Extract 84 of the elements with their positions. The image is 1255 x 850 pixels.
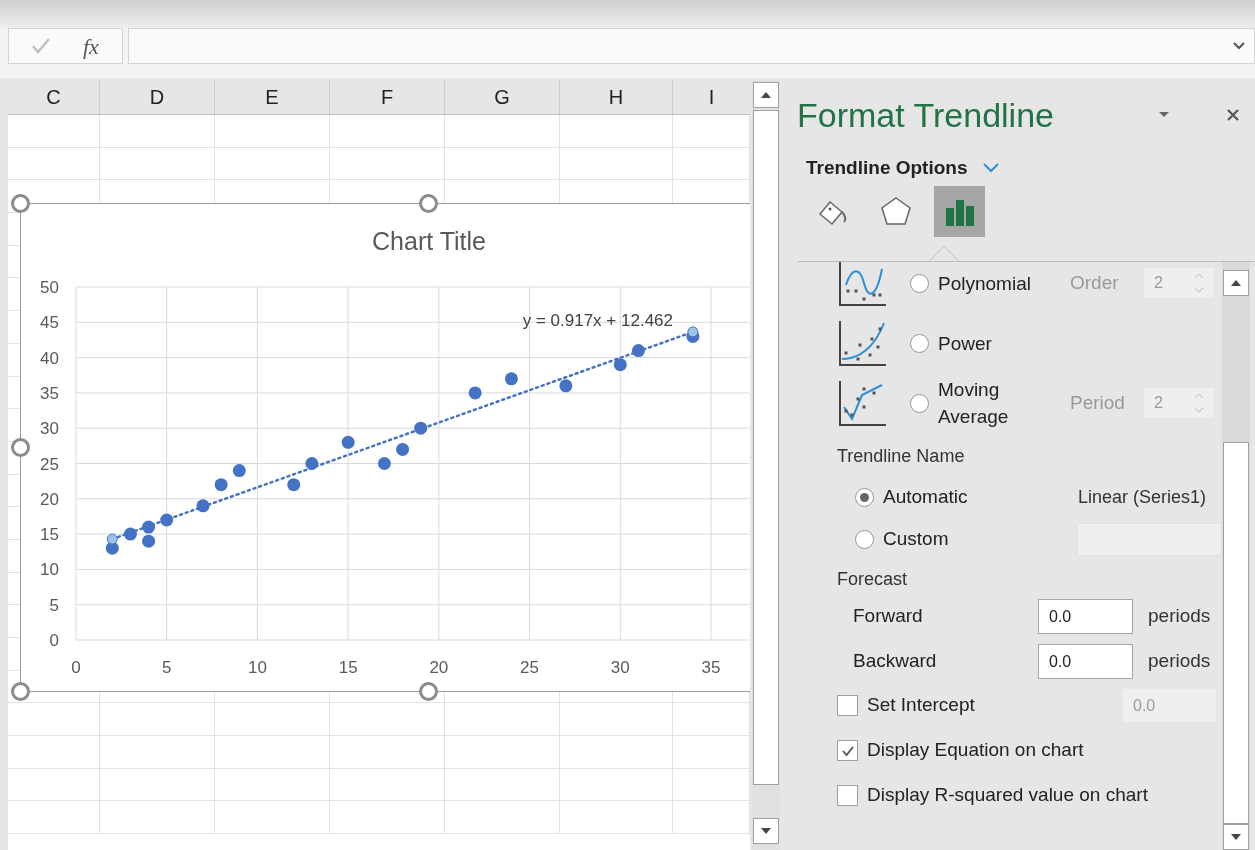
resize-handle[interactable] xyxy=(11,682,30,701)
section-label: Trendline Name xyxy=(836,445,966,468)
checkbox[interactable] xyxy=(837,785,858,806)
expand-chevron-icon[interactable] xyxy=(1232,41,1246,51)
name-option-label[interactable]: Custom xyxy=(883,524,1077,554)
trendline-type-label[interactable]: Moving Average xyxy=(938,376,1063,430)
column-header[interactable]: F xyxy=(330,80,445,114)
up-arrow-icon xyxy=(760,91,772,99)
radio-button[interactable] xyxy=(910,273,929,293)
chevron-down-icon[interactable] xyxy=(981,162,1000,174)
parameter-label: Period xyxy=(1070,390,1126,415)
formula-input[interactable] xyxy=(128,28,1255,64)
down-arrow-icon xyxy=(760,827,772,835)
vertical-scrollbar[interactable] xyxy=(752,80,780,850)
trendline-type-icon xyxy=(838,262,888,307)
y-axis-label: 50 xyxy=(40,278,59,297)
radio-button[interactable] xyxy=(910,333,929,353)
y-axis-label: 30 xyxy=(40,419,59,439)
column-header[interactable]: I xyxy=(673,80,750,114)
close-icon[interactable] xyxy=(1226,108,1240,122)
unit-label: periods xyxy=(1148,649,1211,674)
section-heading[interactable]: Trendline Options xyxy=(806,153,968,183)
chart-title: Chart Title xyxy=(372,227,486,255)
name-option-label[interactable]: Automatic xyxy=(883,482,1078,512)
panel-title: Format Trendline xyxy=(797,94,1054,136)
column-header[interactable]: D xyxy=(100,80,215,114)
column-header[interactable]: C xyxy=(8,80,100,114)
y-axis-label: 35 xyxy=(40,383,59,403)
trendline-type-icon xyxy=(838,319,888,367)
radio-button[interactable] xyxy=(855,529,874,549)
column-header[interactable]: H xyxy=(560,80,673,114)
column-header[interactable]: E xyxy=(215,80,330,114)
custom-name-field[interactable] xyxy=(1076,522,1222,556)
up-arrow-icon xyxy=(1230,279,1242,287)
y-axis-label: 25 xyxy=(40,454,59,474)
resize-handle[interactable] xyxy=(11,194,30,213)
x-axis-label: 15 xyxy=(338,658,358,677)
insert-function-button[interactable]: fx xyxy=(83,29,99,63)
y-axis-label: 20 xyxy=(40,489,59,509)
enter-check-icon[interactable] xyxy=(31,37,51,55)
unit-label: periods xyxy=(1148,604,1211,629)
panel-scrollbar[interactable] xyxy=(1222,262,1250,850)
down-arrow-icon xyxy=(1230,833,1242,841)
y-axis-label: 0 xyxy=(49,631,59,650)
x-axis-label: 35 xyxy=(701,658,721,677)
y-axis-label: 45 xyxy=(40,313,59,333)
trendline-name-value: Linear (Series1) xyxy=(1078,485,1207,509)
radio-button[interactable] xyxy=(855,487,874,507)
chart-area[interactable]: Chart Title 0 5 10 15 20 25 30 35 40 45 50 0 5 10 15 20 25 30 35 y = 0.917x + 12.462 xyxy=(20,203,750,692)
checkbox[interactable] xyxy=(837,740,858,761)
scroll-thumb[interactable] xyxy=(753,110,779,785)
x-axis-label: 0 xyxy=(71,658,81,677)
x-axis-label: 30 xyxy=(610,658,630,677)
column-header[interactable]: G xyxy=(445,80,560,114)
periods-input[interactable]: 0.0 xyxy=(1038,644,1133,679)
scroll-thumb[interactable] xyxy=(1223,442,1249,824)
trendline-equation: y = 0.917x + 12.462 xyxy=(522,311,673,330)
radio-button[interactable] xyxy=(910,393,929,413)
scroll-down-button[interactable] xyxy=(1223,824,1249,850)
trendline-type-label[interactable]: Power xyxy=(938,329,1063,357)
scroll-down-button[interactable] xyxy=(753,818,779,844)
checkbox-label[interactable]: Display Equation on chart xyxy=(867,736,1084,765)
parameter-label: Order xyxy=(1070,270,1120,295)
checkbox-label[interactable]: Display R-squared value on chart xyxy=(867,781,1148,810)
section-label: Forecast xyxy=(836,568,909,591)
scroll-up-button[interactable] xyxy=(753,82,779,108)
forecast-label: Forward xyxy=(853,604,924,629)
y-axis-label: 10 xyxy=(40,560,59,580)
dropdown-caret-icon[interactable] xyxy=(1158,111,1170,119)
y-axis-label: 15 xyxy=(40,525,59,545)
checkbox[interactable] xyxy=(837,695,858,716)
x-axis-label: 5 xyxy=(162,658,172,677)
x-axis-label: 20 xyxy=(429,658,449,677)
forecast-label: Backward xyxy=(853,649,938,674)
trendline-type-label[interactable]: Polynomial xyxy=(938,269,1063,297)
x-axis-label: 25 xyxy=(520,658,540,677)
periods-input[interactable]: 0.0 xyxy=(1038,599,1133,634)
trendline-type-icon xyxy=(838,379,888,427)
checkbox-label[interactable]: Set Intercept xyxy=(867,691,975,720)
y-axis-label: 5 xyxy=(49,595,59,615)
x-axis-label: 10 xyxy=(247,658,267,677)
y-axis-label: 40 xyxy=(40,348,59,368)
scroll-up-button[interactable] xyxy=(1223,270,1249,296)
options-tab[interactable] xyxy=(934,186,985,237)
